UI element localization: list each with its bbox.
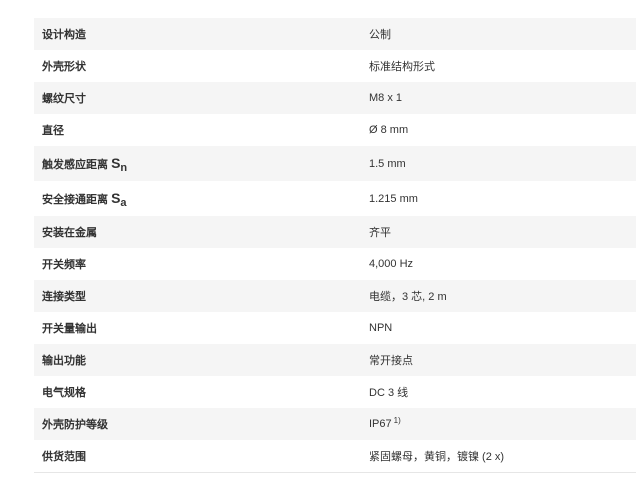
spec-row-sensing-range: 触发感应距离 Sn 1.5 mm [34, 146, 636, 181]
spec-label: 连接类型 [42, 291, 86, 303]
spec-value: 公制 [369, 29, 391, 41]
spec-row-design: 设计构造 公制 [34, 18, 636, 50]
spec-value: 常开接点 [369, 355, 413, 367]
spec-label: 外壳形状 [42, 61, 86, 73]
spec-value: 1.215 mm [369, 192, 418, 205]
spec-row-safe-range: 安全接通距离 Sa 1.215 mm [34, 181, 636, 216]
spec-row-switching-frequency: 开关频率 4,000 Hz [34, 248, 636, 280]
spec-label: 电气规格 [42, 387, 86, 399]
spec-row-diameter: 直径 Ø 8 mm [34, 114, 636, 146]
spec-label: 设计构造 [42, 29, 86, 41]
spec-value: 电缆，3 芯, 2 m [369, 291, 447, 303]
spec-row-output-function: 输出功能 常开接点 [34, 344, 636, 376]
spec-row-installation: 安装在金属 齐平 [34, 216, 636, 248]
footnote-link[interactable]: 1) [394, 416, 401, 425]
spec-value: 标准结构形式 [369, 61, 435, 73]
spec-value: DC 3 线 [369, 387, 409, 399]
spec-row-scope-of-delivery: 供货范围 紧固螺母，黄铜，镀镍 (2 x) [34, 440, 636, 473]
spec-row-protection-class: 外壳防护等级 IP67 1) [34, 408, 636, 440]
spec-label-text: 触发感应距离 [42, 159, 108, 171]
spec-label: 安装在金属 [42, 227, 97, 239]
spec-value: 1.5 mm [369, 157, 406, 170]
spec-label-text: 安全接通距离 [42, 194, 108, 206]
spec-label: 供货范围 [42, 451, 86, 463]
spec-value: Ø 8 mm [369, 124, 409, 136]
spec-label: 外壳防护等级 [42, 419, 108, 431]
spec-value: IP67 1) [362, 416, 636, 430]
spec-value: 4,000 Hz [369, 258, 414, 270]
sensing-subscript: n [120, 162, 128, 174]
spec-label: 输出功能 [42, 355, 86, 367]
spec-row-connection-type: 连接类型 电缆，3 芯, 2 m [34, 280, 636, 312]
safe-symbol: S [111, 190, 121, 206]
spec-label: 直径 [42, 125, 64, 137]
spec-label: 螺纹尺寸 [42, 93, 86, 105]
spec-value-text: IP67 [369, 418, 392, 430]
spec-label: 开关频率 [42, 259, 86, 271]
spec-row-switching-output: 开关量输出 NPN [34, 312, 636, 344]
spec-row-housing-shape: 外壳形状 标准结构形式 [34, 50, 636, 82]
spec-row-electrical: 电气规格 DC 3 线 [34, 376, 636, 408]
spec-table: 设计构造 公制 外壳形状 标准结构形式 螺纹尺寸 M8 x 1 直径 Ø 8 m… [34, 18, 636, 473]
spec-value: M8 x 1 [369, 92, 403, 104]
spec-value: 紧固螺母，黄铜，镀镍 (2 x) [369, 451, 505, 463]
spec-row-thread-size: 螺纹尺寸 M8 x 1 [34, 82, 636, 114]
spec-value: NPN [369, 322, 393, 334]
spec-value: 齐平 [369, 227, 391, 239]
sensing-symbol: S [111, 155, 121, 171]
spec-label: 开关量输出 [42, 323, 97, 335]
spec-label: 安全接通距离 Sa [34, 190, 362, 209]
safe-subscript: a [120, 197, 127, 209]
spec-label: 触发感应距离 Sn [34, 155, 362, 174]
